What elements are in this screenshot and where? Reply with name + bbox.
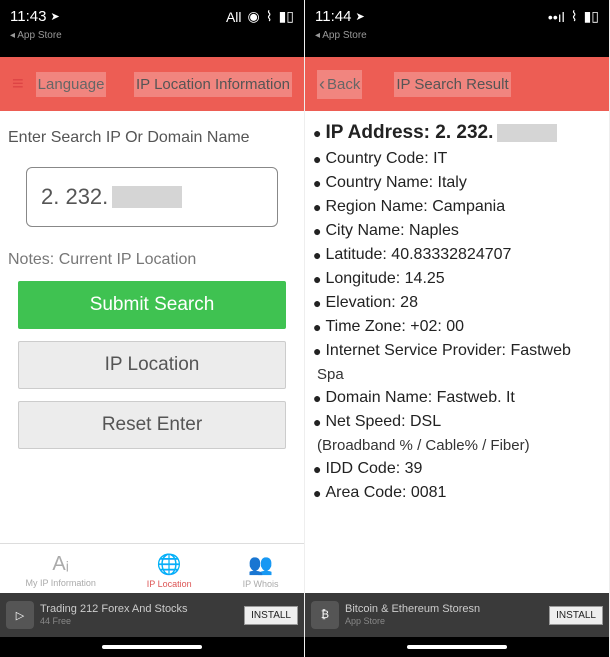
- result-netspeed: Net Speed: DSL: [325, 413, 441, 431]
- result-country-name: Country Name: Italy: [325, 174, 466, 192]
- result-domain: Domain Name: Fastweb. It: [325, 389, 514, 407]
- result-lon: Longitude: 14.25: [325, 270, 444, 288]
- submit-button[interactable]: Submit Search: [18, 281, 286, 329]
- status-bar: 11:44 ➤ ••ıl ⌇ ▮▯: [305, 0, 609, 30]
- wifi-icon: ◉: [248, 8, 260, 25]
- result-city: City Name: Naples: [325, 222, 458, 240]
- battery-icon: ▮▯: [584, 8, 599, 25]
- back-to-app[interactable]: ◂ App Store: [305, 30, 609, 47]
- result-region: Region Name: Campania: [325, 198, 505, 216]
- install-button[interactable]: INSTALL: [549, 606, 603, 625]
- notes-label: Notes: Current IP Location: [6, 247, 298, 273]
- status-bar: 11:43 ➤ All ◉ ⌇ ▮▯: [0, 0, 304, 30]
- wifi-icon-2: ⌇: [266, 8, 273, 25]
- result-elevation: Elevation: 28: [325, 294, 418, 312]
- page-title: IP Search Result: [394, 72, 510, 97]
- ad-subtitle: 44 Free: [40, 616, 238, 627]
- tab-whois[interactable]: 👥 IP Whois: [243, 552, 279, 589]
- result-isp: Internet Service Provider: Fastweb: [325, 342, 570, 360]
- install-button[interactable]: INSTALL: [244, 606, 298, 625]
- phone-right: 11:44 ➤ ••ıl ⌇ ▮▯ ◂ App Store ‹ Back IP …: [305, 0, 610, 657]
- chevron-left-icon: ‹: [319, 74, 325, 95]
- search-label: Enter Search IP Or Domain Name: [6, 125, 298, 151]
- signal-icon: ••ıl: [548, 9, 565, 25]
- ad-banner[interactable]: ▷ Trading 212 Forex And Stocks 44 Free I…: [0, 593, 304, 637]
- result-idd: IDD Code: 39: [325, 460, 422, 478]
- ad-icon: ▷: [6, 601, 34, 629]
- location-arrow-icon: ➤: [50, 10, 59, 23]
- status-all: All: [226, 9, 242, 25]
- language-button[interactable]: Language: [36, 72, 107, 97]
- location-arrow-icon: ➤: [355, 10, 364, 23]
- status-time: 11:44: [315, 8, 351, 25]
- result-country-code: Country Code: IT: [325, 150, 447, 168]
- info-icon: Aᵢ: [52, 553, 68, 576]
- tab-my-ip[interactable]: Aᵢ My IP Information: [25, 553, 95, 588]
- battery-icon: ▮▯: [279, 8, 294, 25]
- redacted-block: [112, 186, 182, 208]
- wifi-icon: ⌇: [571, 8, 578, 25]
- status-time: 11:43: [10, 8, 46, 25]
- tab-ip-location[interactable]: 🌐 IP Location: [147, 552, 192, 589]
- result-ip: IP Address: 2. 232.: [325, 122, 493, 144]
- result-netspeed-sub: (Broadband % / Cable% / Fiber): [313, 434, 601, 457]
- ad-title: Trading 212 Forex And Stocks: [40, 603, 238, 616]
- ad-icon: ₿: [311, 601, 339, 629]
- app-header: ≡ Language IP Location Information: [0, 57, 304, 111]
- ad-subtitle: App Store: [345, 616, 543, 627]
- result-isp-sub: Spa: [313, 363, 601, 386]
- ad-title: Bitcoin & Ethereum Storesn: [345, 603, 543, 616]
- reset-button[interactable]: Reset Enter: [18, 401, 286, 449]
- back-to-app[interactable]: ◂ App Store: [0, 30, 304, 47]
- home-indicator: [305, 637, 609, 657]
- back-button[interactable]: ‹ Back: [317, 70, 362, 99]
- phone-left: 11:43 ➤ All ◉ ⌇ ▮▯ ◂ App Store ≡ Languag…: [0, 0, 305, 657]
- page-title: IP Location Information: [134, 72, 292, 97]
- app-header: ‹ Back IP Search Result: [305, 57, 609, 111]
- result-area: Area Code: 0081: [325, 484, 446, 502]
- home-indicator: [0, 637, 304, 657]
- result-timezone: Time Zone: +02: 00: [325, 318, 464, 336]
- ad-banner[interactable]: ₿ Bitcoin & Ethereum Storesn App Store I…: [305, 593, 609, 637]
- result-lat: Latitude: 40.83332824707: [325, 246, 511, 264]
- ip-value: 2. 232.: [41, 184, 108, 210]
- results-list: ●IP Address: 2. 232. ●Country Code: IT ●…: [305, 111, 609, 593]
- people-icon: 👥: [248, 552, 273, 577]
- redacted-block: [497, 124, 557, 142]
- ip-input[interactable]: 2. 232.: [26, 167, 278, 227]
- tab-bar: Aᵢ My IP Information 🌐 IP Location 👥 IP …: [0, 543, 304, 593]
- ip-location-button[interactable]: IP Location: [18, 341, 286, 389]
- globe-icon: 🌐: [157, 552, 182, 577]
- hamburger-icon[interactable]: ≡: [12, 73, 24, 96]
